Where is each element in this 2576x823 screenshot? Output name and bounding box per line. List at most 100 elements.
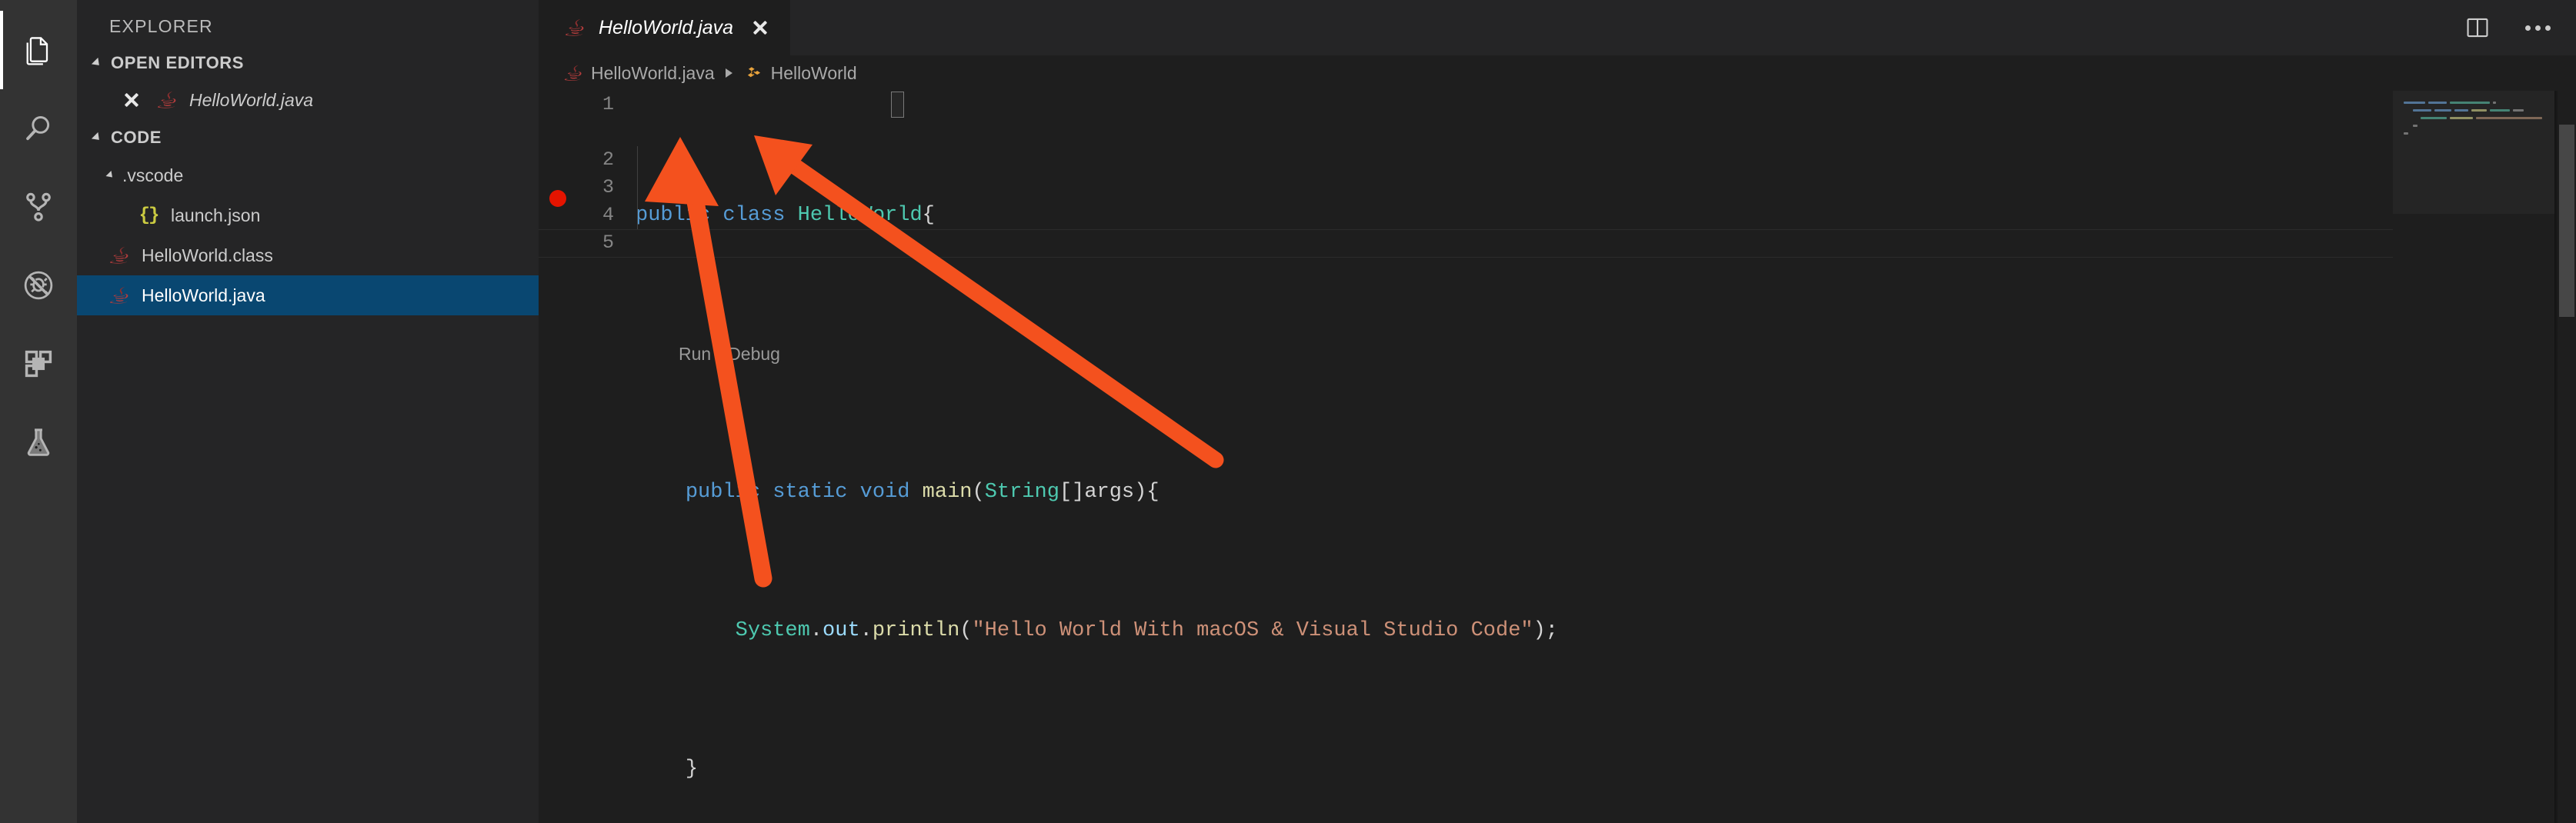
token: HelloWorld: [797, 204, 923, 227]
activity-item-search[interactable]: [0, 89, 77, 168]
debug-disabled-icon: [22, 268, 55, 302]
files-icon: [22, 33, 55, 67]
token: System: [735, 619, 810, 642]
line-number: 1: [602, 93, 614, 115]
line-number: 5: [602, 232, 614, 254]
file-tree-label: launch.json: [171, 205, 261, 225]
beaker-icon: [22, 425, 55, 459]
activity-item-source-control[interactable]: [0, 168, 77, 246]
minimap-slider[interactable]: [2393, 91, 2554, 214]
activity-item-explorer[interactable]: [0, 11, 77, 89]
breadcrumb-item-file[interactable]: HelloWorld.java: [563, 63, 715, 84]
file-tree-item-helloworld-java[interactable]: HelloWorld.java: [77, 275, 539, 315]
tab-label: HelloWorld.java: [599, 16, 734, 38]
token: .: [809, 619, 823, 642]
chevron-down-icon: [91, 57, 103, 68]
activity-item-testing[interactable]: [0, 403, 77, 481]
token: .: [859, 619, 873, 642]
file-tree-item-launch-json[interactable]: {} launch.json: [77, 195, 539, 235]
codelens-run-link[interactable]: Run: [679, 344, 711, 364]
token: class: [722, 204, 786, 227]
code-content[interactable]: public class HelloWorld{ Run | Debug publi…: [539, 91, 2462, 823]
java-icon: [563, 16, 586, 39]
token: static: [772, 481, 848, 504]
token: );: [1533, 619, 1559, 642]
chevron-right-icon: [725, 68, 732, 78]
file-tree-label: HelloWorld.java: [142, 285, 265, 305]
codelens-spacer: .: [565, 118, 614, 146]
code-line-4: }: [623, 755, 2393, 783]
close-icon[interactable]: [750, 18, 770, 38]
indent-guide: [637, 146, 638, 229]
line-number: 4: [602, 204, 614, 226]
close-icon[interactable]: [122, 90, 142, 110]
file-tree-item-helloworld-class[interactable]: HelloWorld.class: [77, 235, 539, 275]
java-icon: [108, 284, 131, 307]
token: ){: [1134, 481, 1160, 504]
token: main: [922, 481, 973, 504]
breadcrumb: HelloWorld.java HelloWorld: [539, 55, 2576, 91]
sidebar-title: EXPLORER: [109, 15, 213, 36]
codelens-separator: |: [717, 344, 722, 364]
token: (: [972, 481, 985, 504]
extensions-icon: [22, 347, 55, 381]
codelens-run-debug: Run | Debug: [623, 340, 2393, 368]
java-icon: [155, 88, 179, 112]
editor-tabs: HelloWorld.java: [539, 0, 792, 55]
token: (: [959, 619, 973, 642]
breadcrumb-label: HelloWorld: [770, 62, 857, 83]
token: public: [636, 204, 711, 227]
source-control-icon: [22, 190, 55, 224]
editor-actions: [2462, 0, 2576, 55]
chevron-down-icon: [91, 132, 103, 143]
open-editors-header[interactable]: OPEN EDITORS: [77, 45, 539, 81]
editor-gutter[interactable]: 1 . 2 3 4 5: [539, 91, 623, 823]
breakpoint-indicator[interactable]: [549, 190, 566, 207]
editor-tabs-bar: HelloWorld.java: [539, 0, 2576, 55]
line-number: 2: [602, 148, 614, 171]
file-tree-label: HelloWorld.class: [142, 245, 273, 265]
tab-helloworld-java[interactable]: HelloWorld.java: [539, 0, 792, 55]
chevron-down-icon: [105, 170, 115, 181]
line-number: 3: [602, 176, 614, 198]
token: args: [1084, 481, 1135, 504]
activity-item-run-debug[interactable]: [0, 246, 77, 325]
code-line-2: public static void main(String[]args){: [623, 478, 2393, 506]
vertical-scrollbar[interactable]: [2554, 91, 2576, 823]
vscode-window: EXPLORER OPEN EDITORS HelloWorld.java CO…: [0, 0, 2576, 823]
scrollbar-thumb[interactable]: [2559, 125, 2574, 317]
section-workspace: CODE: [77, 119, 539, 155]
activity-item-extensions[interactable]: [0, 325, 77, 403]
breadcrumb-label: HelloWorld.java: [591, 62, 715, 83]
class-icon: [743, 63, 763, 83]
file-tree-label: .vscode: [122, 165, 184, 185]
section-open-editors: OPEN EDITORS HelloWorld.java: [77, 45, 539, 119]
open-editor-item[interactable]: HelloWorld.java: [77, 81, 539, 119]
breadcrumb-item-symbol[interactable]: HelloWorld: [743, 63, 857, 84]
codelens-debug-link[interactable]: Debug: [728, 344, 780, 364]
minimap[interactable]: [2393, 91, 2554, 823]
java-icon: [108, 244, 131, 267]
line-separator: [539, 257, 2462, 258]
split-editor-icon[interactable]: [2462, 12, 2493, 43]
activity-bar: [0, 0, 77, 823]
token: out: [823, 619, 860, 642]
code-line-1: public class HelloWorld{: [623, 202, 2393, 229]
token: []: [1059, 481, 1085, 504]
ellipsis-icon[interactable]: [2522, 12, 2553, 43]
json-icon: {}: [138, 205, 160, 226]
file-tree-item-vscode[interactable]: .vscode: [77, 155, 539, 195]
sidebar: EXPLORER OPEN EDITORS HelloWorld.java CO…: [77, 0, 539, 823]
open-editors-header-label: OPEN EDITORS: [111, 52, 245, 72]
token: {: [922, 204, 935, 227]
workspace-header-label: CODE: [111, 127, 162, 147]
workspace-header[interactable]: CODE: [77, 119, 539, 155]
code-editor[interactable]: 1 . 2 3 4 5 public class HelloWorld{ Run…: [539, 91, 2576, 823]
line-numbers: 1 . 2 3 4 5: [565, 91, 614, 257]
